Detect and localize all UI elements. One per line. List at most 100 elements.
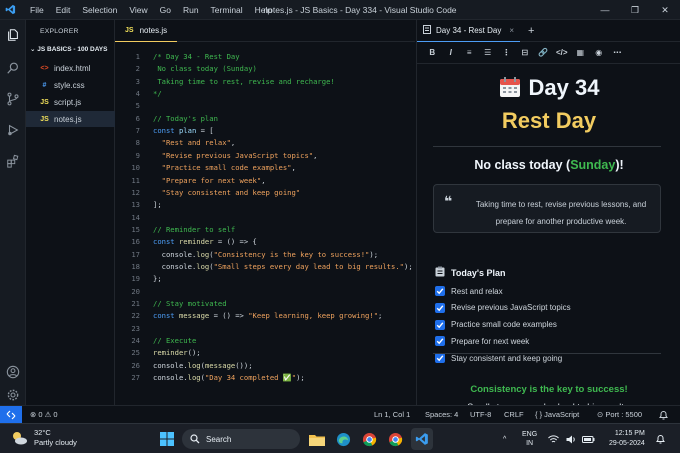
file-notes-js[interactable]: JS notes.js [26,111,115,127]
code-line[interactable]: 16 const reminder = () => { [115,236,415,248]
end-of-line[interactable]: CRLF [504,406,524,424]
code-line[interactable]: 25 reminder(); [115,347,415,359]
menu-go[interactable]: Go [154,0,177,20]
code-line[interactable]: 17 console.log("Consistency is the key t… [115,249,415,261]
source-control-icon[interactable] [0,86,26,112]
bell-icon[interactable] [659,406,668,424]
plan-item[interactable]: Rest and relax [435,285,503,297]
code-line[interactable]: 18 console.log("Small steps every day le… [115,261,415,273]
encoding[interactable]: UTF-8 [470,406,491,424]
italic-button[interactable]: I [442,48,461,57]
more-button[interactable]: ⋯ [608,48,627,57]
wifi-icon[interactable] [548,424,559,453]
chrome-icon[interactable] [358,428,380,450]
menu-bar: File Edit Selection View Go Run Terminal… [24,0,278,20]
code-line[interactable]: 27 console.log("Day 34 completed ✅"); [115,372,415,384]
code-line[interactable]: 2 No class today (Sunday) [115,63,415,75]
checkbox-checked-icon[interactable] [435,319,445,330]
code-line[interactable]: 26 console.log(message()); [115,360,415,372]
menu-file[interactable]: File [24,0,50,20]
code-line[interactable]: 4 */ [115,88,415,100]
code-line[interactable]: 7 const plan = [ [115,125,415,137]
plan-item[interactable]: Revise previous JavaScript topics [435,302,571,314]
code-line[interactable]: 22 const message = () => "Keep learning, … [115,310,415,322]
file-script-js[interactable]: JS script.js [26,94,115,110]
code-line[interactable]: 6 // Today's plan [115,113,415,125]
menu-selection[interactable]: Selection [76,0,123,20]
live-server-port[interactable]: ⊙ Port : 5500 [597,406,642,424]
menu-view[interactable]: View [123,0,153,20]
search-icon[interactable] [0,55,26,81]
file-style-css[interactable]: # style.css [26,77,115,93]
indentation[interactable]: Spaces: 4 [425,406,458,424]
windows-start-icon[interactable] [156,428,178,450]
code-line[interactable]: 13]; [115,199,415,211]
code-line[interactable]: 19}; [115,273,415,285]
menu-terminal[interactable]: Terminal [205,0,249,20]
code-line[interactable]: 12 "Stay consistent and keep going" [115,187,415,199]
cursor-position[interactable]: Ln 1, Col 1 [374,406,410,424]
menu-edit[interactable]: Edit [50,0,77,20]
checkbox-checked-icon[interactable] [435,336,445,347]
bold-button[interactable]: B [423,48,442,57]
tab-notes-js[interactable]: JS notes.js [115,20,178,42]
run-debug-icon[interactable] [0,117,26,143]
plan-item[interactable]: Practice small code examples [435,319,557,331]
close-icon[interactable]: × [509,26,514,35]
block-button[interactable]: ⊟ [516,48,535,57]
maximize-button[interactable]: ❐ [620,0,650,20]
code-line[interactable]: 11 "Prepare for next week", [115,175,415,187]
code-line[interactable]: 8 "Rest and relax", [115,137,415,149]
code-line[interactable]: 24 // Execute [115,335,415,347]
vscode-taskbar-icon[interactable] [411,428,433,450]
file-explorer-icon[interactable] [306,428,328,450]
link-button[interactable]: 🔗 [534,48,553,57]
edge-browser-icon[interactable] [332,428,354,450]
bullet-list-button[interactable]: ☰ [479,48,498,57]
line-number: 22 [131,311,140,321]
code-line[interactable]: 1 /* Day 34 - Rest Day [115,51,415,63]
clock[interactable]: 12:15 PM 29-05-2024 [609,424,645,453]
numbered-list-button[interactable]: ⋮ [497,48,516,57]
taskbar-search[interactable]: Search [182,429,300,449]
plan-item[interactable]: Prepare for next week [435,335,529,347]
code-line[interactable]: 14 [115,212,415,224]
file-index-html[interactable]: <> index.html [26,60,115,76]
tab-day34-rest-day[interactable]: Day 34 - Rest Day × [417,20,521,42]
new-tab-button[interactable]: + [528,25,534,37]
files-icon[interactable] [0,22,26,48]
volume-icon[interactable] [566,424,577,453]
battery-icon[interactable] [582,424,595,453]
minimize-button[interactable]: — [590,0,620,20]
tray-overflow[interactable]: ^ [503,424,506,453]
extensions-icon[interactable] [0,148,26,174]
preview-eye-button[interactable]: ◉ [590,48,609,57]
weather-widget[interactable]: 32°C Partly cloudy [10,428,77,448]
code-line[interactable]: 9 "Revise previous JavaScript topics", [115,150,415,162]
clock-date: 29-05-2024 [609,440,645,447]
language-mode[interactable]: { } JavaScript [535,406,579,424]
checkbox-checked-icon[interactable] [435,302,445,313]
code-line[interactable]: 3 Taking time to rest, revise and rechar… [115,76,415,88]
code-button[interactable]: </> [553,48,572,57]
close-window-button[interactable]: ✕ [650,0,680,20]
code-token: ); [404,261,413,271]
checkbox-checked-icon[interactable] [435,286,445,296]
menu-run[interactable]: Run [177,0,205,20]
table-button[interactable]: ▦ [571,48,590,57]
notification-bell-icon[interactable] [656,424,665,453]
code-line[interactable]: 10 "Practice small code examples", [115,162,415,174]
input-language[interactable]: ENG IN [522,424,537,453]
code-line[interactable]: 20 [115,286,415,298]
problems-indicator[interactable]: ⊗ 0 ⚠ 0 [30,406,58,424]
code-line[interactable]: 5 [115,100,415,112]
chrome-profile-icon[interactable] [384,428,406,450]
code-line[interactable]: 23 [115,323,415,335]
code-line[interactable]: 21 // Stay motivated [115,298,415,310]
checkbox-checked-icon[interactable] [435,353,445,364]
code-line[interactable]: 15 // Reminder to self [115,224,415,236]
align-button[interactable]: ≡ [460,48,479,57]
workspace-folder[interactable]: ⌄ JS BASICS - 100 DAYS [26,35,114,53]
remote-icon[interactable] [0,406,22,424]
